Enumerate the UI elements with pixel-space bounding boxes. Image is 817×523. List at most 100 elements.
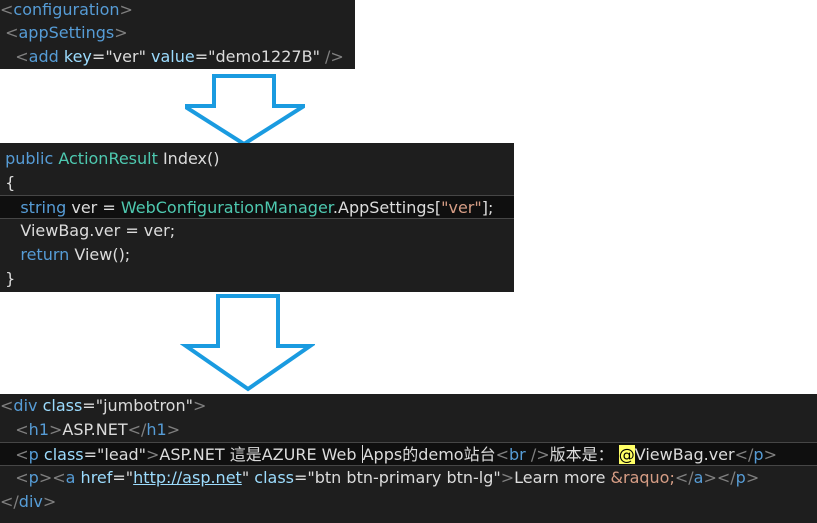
code-token: " [493, 468, 501, 487]
code-line: <appSettings> [0, 21, 355, 45]
code-token: = [293, 468, 308, 487]
code-token: < [0, 0, 14, 19]
code-line: { [0, 171, 514, 195]
code-token: < [52, 468, 66, 487]
code-token: jumbotron [103, 396, 186, 415]
code-token: < [15, 420, 29, 439]
code-token: = [112, 468, 126, 487]
code-token: h1 [28, 420, 49, 439]
code-token: </ [127, 420, 147, 439]
code-token: = [91, 47, 106, 66]
code-token: < [15, 47, 29, 66]
code-token: > [166, 420, 181, 439]
code-token: = [194, 47, 209, 66]
code-token: class [43, 445, 84, 464]
code-token: < [15, 445, 29, 464]
code-token: key [63, 47, 92, 66]
code-token: a [693, 468, 704, 487]
code-token: class [254, 468, 294, 487]
code-token: = [82, 396, 96, 415]
code-token: ver = [66, 198, 121, 217]
code-token: > [119, 0, 133, 19]
code-token: p [735, 468, 746, 487]
code-token: </ [674, 468, 694, 487]
code-token: Learn more [514, 468, 611, 487]
code-token: configuration [13, 0, 120, 19]
code-token: http://asp.net [133, 468, 242, 487]
code-token: </ [734, 445, 754, 464]
down-arrow-icon [185, 74, 305, 147]
code-token: < [0, 396, 14, 415]
code-token: class [42, 396, 83, 415]
code-token: p [28, 445, 39, 464]
code-token: > [192, 396, 207, 415]
code-line: <p class="lead">ASP.NET 這是AZURE Web Apps… [0, 442, 817, 466]
code-token: " [138, 445, 147, 464]
code-line: <h1>ASP.NET</h1> [0, 418, 817, 442]
code-token: " [307, 468, 315, 487]
code-token: </ [0, 492, 19, 511]
code-token: ]; [481, 198, 494, 217]
code-token: href [80, 468, 113, 487]
code-token: value [151, 47, 195, 66]
code-token: < [5, 23, 19, 42]
down-arrow-icon [180, 294, 315, 392]
code-token: /> [525, 445, 550, 464]
code-token: > [38, 468, 53, 487]
code-token: string [20, 198, 67, 217]
code-token: &raquo; [610, 468, 675, 487]
code-line: <configuration> [0, 0, 355, 22]
code-line: } [0, 267, 514, 291]
code-token: > [745, 468, 760, 487]
code-token: > [114, 23, 128, 42]
code-token: ViewBag.ver = ver; [20, 221, 176, 240]
code-token: .AppSettings[ [332, 198, 442, 217]
code-token: p [28, 468, 39, 487]
code-token: p [753, 445, 764, 464]
code-token: @ [618, 445, 635, 464]
code-token: appSettings [18, 23, 115, 42]
controller-code-panel: public ActionResult Index() { string ver… [0, 143, 514, 292]
code-line: return View(); [0, 243, 514, 267]
code-token: btn btn-primary btn-lg [314, 468, 494, 487]
code-token: > [146, 445, 160, 464]
code-token: div [18, 492, 43, 511]
code-line: <p><a href="http://asp.net" class="btn b… [0, 466, 817, 490]
code-line: <div class="jumbotron"> [0, 394, 817, 418]
code-token: return [20, 245, 70, 264]
code-line: public ActionResult Index() [0, 147, 514, 171]
code-token: public [5, 149, 54, 168]
code-token: " [312, 47, 320, 66]
code-token: View(); [69, 245, 131, 264]
code-token: < [495, 445, 509, 464]
code-token: ver [112, 47, 139, 66]
code-token: lead [104, 445, 139, 464]
code-line: </div> [0, 490, 817, 514]
code-token: < [15, 468, 29, 487]
view-code-panel: <div class="jumbotron"> <h1>ASP.NET</h1>… [0, 394, 817, 523]
code-token: > [42, 492, 57, 511]
code-token: > [763, 445, 777, 464]
code-token: " [185, 396, 193, 415]
code-line: ViewBag.ver = ver; [0, 219, 514, 243]
code-token: ASP.NET [62, 420, 128, 439]
code-token: ActionResult [58, 149, 158, 168]
code-token: "ver" [441, 198, 482, 217]
code-token: a [65, 468, 76, 487]
code-token: ViewBag.ver [634, 445, 735, 464]
code-token: </ [716, 468, 736, 487]
code-token: Apps的demo站台 [362, 445, 496, 464]
code-token: demo1227B [215, 47, 313, 66]
code-token: > [49, 420, 63, 439]
code-token: > [703, 468, 717, 487]
code-token: WebConfigurationManager [120, 198, 333, 217]
code-token: add [28, 47, 59, 66]
code-token: /> [319, 47, 344, 66]
code-line: <add key="ver" value="demo1227B" /> [0, 45, 355, 69]
code-line: string ver = WebConfigurationManager.App… [0, 195, 514, 219]
config-code-panel: <configuration> <appSettings> <add key="… [0, 0, 355, 69]
code-token: > [500, 468, 515, 487]
code-token: = [83, 445, 98, 464]
code-token: div [13, 396, 38, 415]
code-token: " [138, 47, 146, 66]
